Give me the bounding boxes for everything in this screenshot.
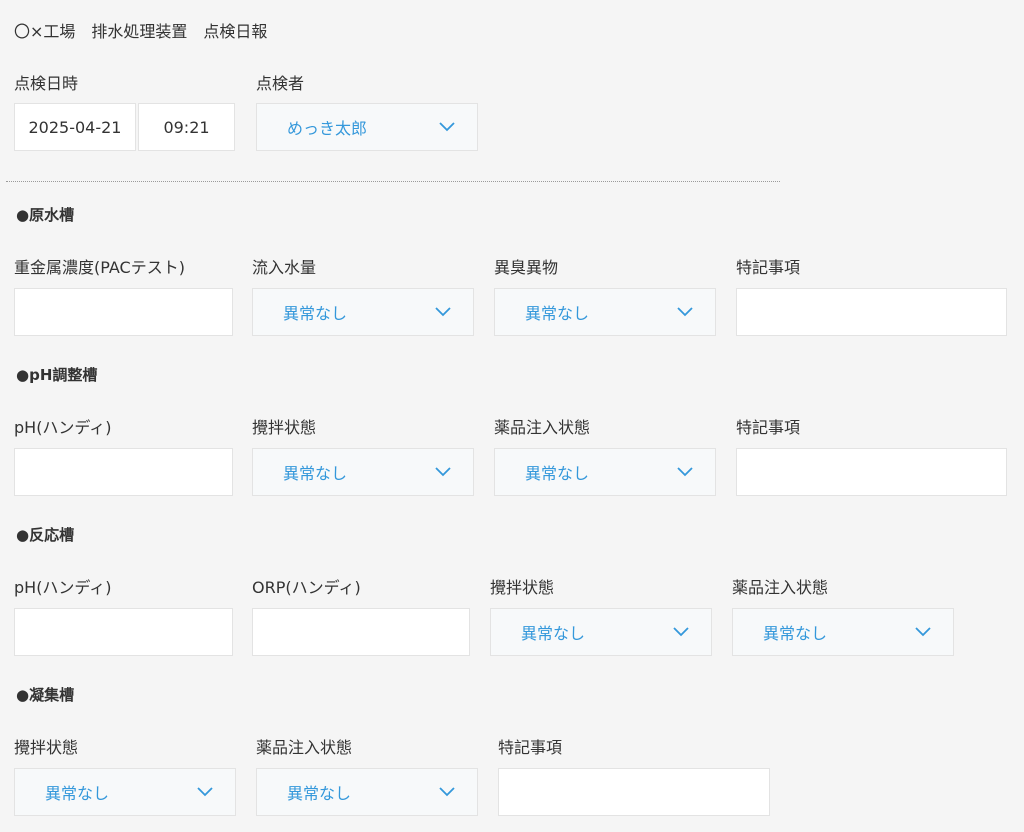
raw-water-notes-label: 特記事項 [736, 258, 801, 277]
reaction-chem-select[interactable]: 異常なし [732, 608, 954, 656]
odor-select-value: 異常なし [525, 304, 590, 323]
ph-adjust-stir-label: 攪拌状態 [252, 418, 317, 437]
reaction-orp-input[interactable] [252, 608, 470, 656]
odor-select[interactable]: 異常なし [494, 288, 716, 336]
coagulation-stir-label: 攪拌状態 [14, 738, 79, 757]
coagulation-notes-label: 特記事項 [498, 738, 563, 757]
datetime-label: 点検日時 [14, 74, 79, 93]
ph-adjust-ph-input[interactable] [14, 448, 233, 496]
ph-adjust-chem-value: 異常なし [525, 464, 590, 483]
reaction-ph-label: pH(ハンディ) [14, 578, 112, 597]
section-title-coagulation: ●凝集槽 [16, 686, 75, 704]
inspector-select-value: めっき太郎 [287, 119, 368, 138]
coagulation-stir-select[interactable]: 異常なし [14, 768, 236, 816]
ph-adjust-chem-label: 薬品注入状態 [494, 418, 591, 437]
chevron-down-icon [677, 307, 693, 317]
coagulation-chem-value: 異常なし [287, 784, 352, 803]
coagulation-stir-value: 異常なし [45, 784, 110, 803]
chevron-down-icon [435, 467, 451, 477]
ph-adjust-notes-input[interactable] [736, 448, 1007, 496]
reaction-stir-select[interactable]: 異常なし [490, 608, 712, 656]
inflow-select-value: 異常なし [283, 304, 348, 323]
inspection-report-page: 〇×工場 排水処理装置 点検日報 点検日時 2025-04-21 09:21 点… [0, 0, 1024, 832]
chevron-down-icon [439, 122, 455, 132]
chevron-down-icon [435, 307, 451, 317]
heavy-metal-input[interactable] [14, 288, 233, 336]
reaction-chem-label: 薬品注入状態 [732, 578, 829, 597]
reaction-stir-label: 攪拌状態 [490, 578, 555, 597]
inflow-select[interactable]: 異常なし [252, 288, 474, 336]
coagulation-chem-select[interactable]: 異常なし [256, 768, 478, 816]
coagulation-chem-label: 薬品注入状態 [256, 738, 353, 757]
ph-adjust-stir-value: 異常なし [283, 464, 348, 483]
heavy-metal-label: 重金属濃度(PACテスト) [14, 258, 185, 277]
coagulation-notes-input[interactable] [498, 768, 770, 816]
reaction-chem-value: 異常なし [763, 624, 828, 643]
page-title: 〇×工場 排水処理装置 点検日報 [14, 22, 268, 41]
inflow-label: 流入水量 [252, 258, 317, 277]
chevron-down-icon [197, 787, 213, 797]
ph-adjust-stir-select[interactable]: 異常なし [252, 448, 474, 496]
reaction-stir-value: 異常なし [521, 624, 586, 643]
ph-adjust-ph-label: pH(ハンディ) [14, 418, 112, 437]
raw-water-notes-input[interactable] [736, 288, 1007, 336]
chevron-down-icon [439, 787, 455, 797]
inspector-label: 点検者 [256, 74, 305, 93]
ph-adjust-chem-select[interactable]: 異常なし [494, 448, 716, 496]
reaction-ph-input[interactable] [14, 608, 233, 656]
reaction-orp-label: ORP(ハンディ) [252, 578, 361, 597]
ph-adjust-notes-label: 特記事項 [736, 418, 801, 437]
inspector-select[interactable]: めっき太郎 [256, 103, 478, 151]
chevron-down-icon [677, 467, 693, 477]
section-title-reaction: ●反応槽 [16, 526, 75, 544]
chevron-down-icon [915, 627, 931, 637]
odor-label: 異臭異物 [494, 258, 559, 277]
chevron-down-icon [673, 627, 689, 637]
section-title-raw-water: ●原水槽 [16, 206, 75, 224]
time-input[interactable]: 09:21 [138, 103, 235, 151]
date-input[interactable]: 2025-04-21 [14, 103, 136, 151]
section-title-ph-adjust: ●pH調整槽 [16, 366, 98, 384]
section-divider [6, 181, 780, 182]
